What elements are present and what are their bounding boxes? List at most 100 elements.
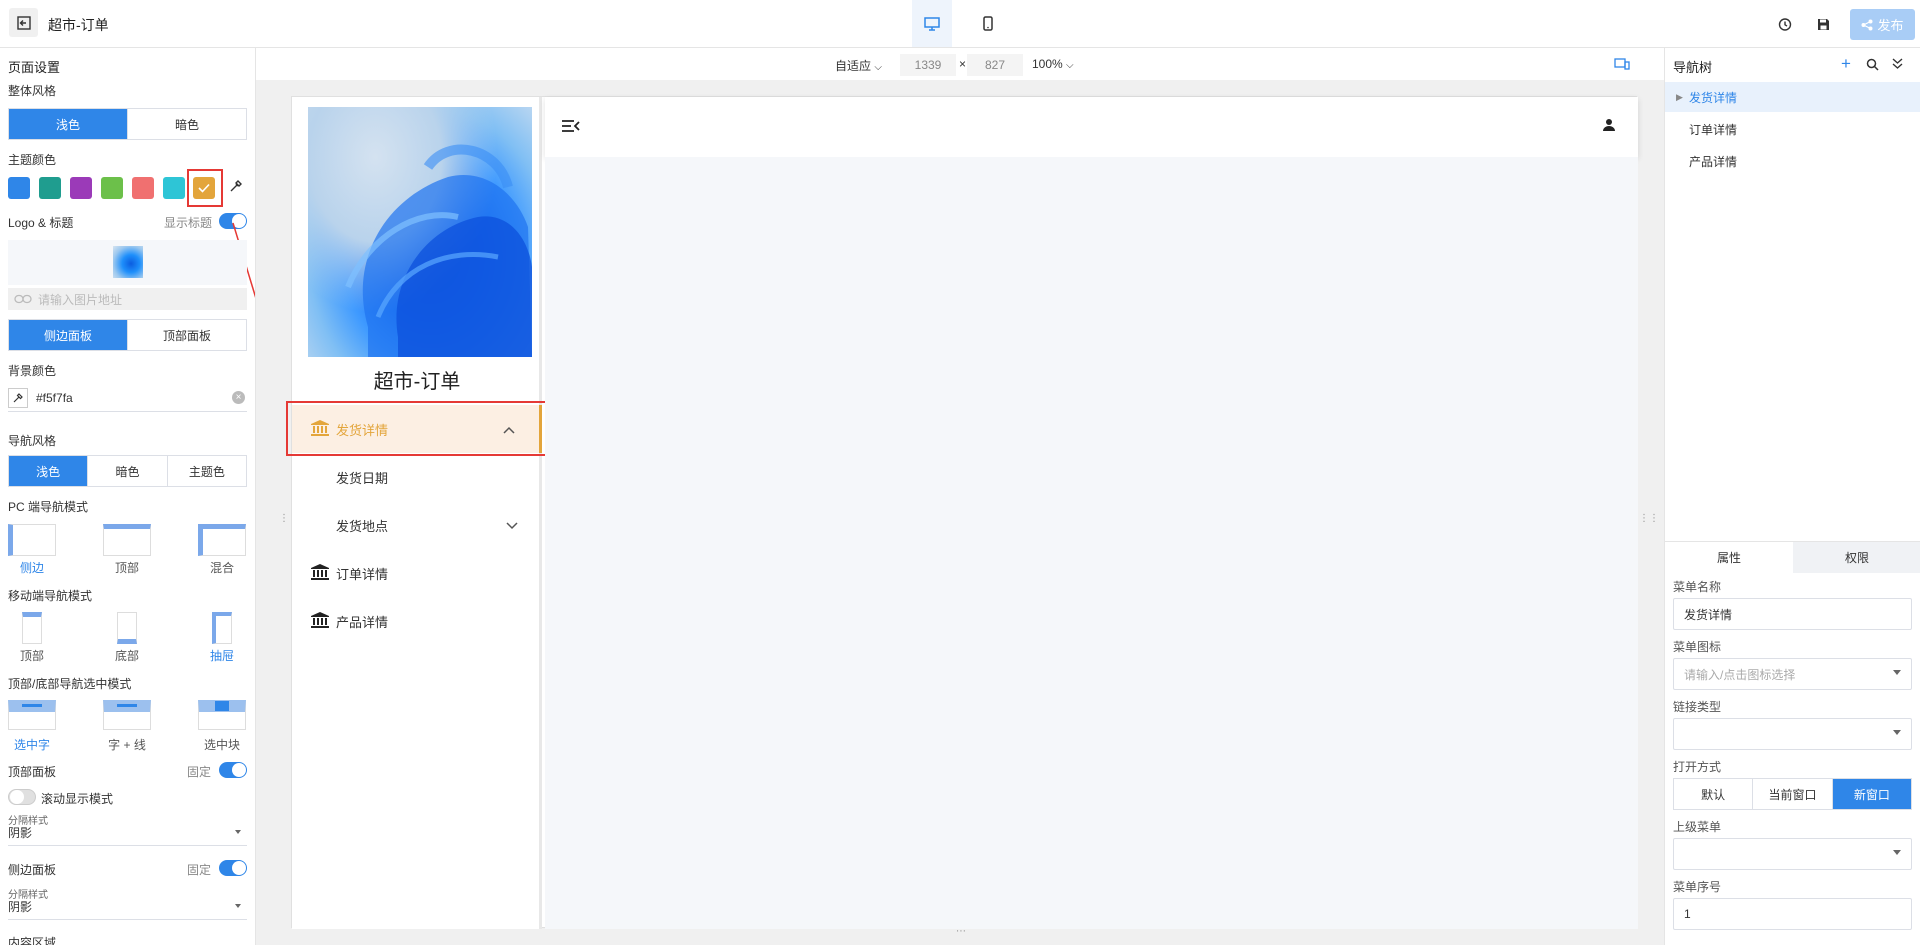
bank-icon: [310, 611, 330, 632]
panel-type-toggle: 侧边面板 顶部面板: [8, 319, 247, 351]
tree-item-order-details[interactable]: 订单详情: [1665, 114, 1920, 144]
zoom-select[interactable]: 100% ⌵: [1032, 57, 1074, 71]
select-opt-text[interactable]: 选中字: [7, 736, 57, 753]
publish-button[interactable]: 发布: [1850, 9, 1915, 40]
mobile-drawer-thumb[interactable]: [212, 612, 232, 644]
tree-item-product-details[interactable]: 产品详情: [1665, 146, 1920, 176]
double-chevron-down-icon: [1892, 58, 1903, 69]
open-mode-label: 打开方式: [1673, 760, 1722, 774]
height-input[interactable]: 827: [967, 54, 1023, 76]
open-default-option[interactable]: 默认: [1674, 779, 1754, 809]
top-divider-select[interactable]: 阴影: [8, 824, 247, 846]
menu-item-product-details[interactable]: 产品详情: [292, 597, 542, 645]
menu-item-order-details[interactable]: 订单详情: [292, 549, 542, 597]
clear-icon[interactable]: ×: [232, 391, 245, 404]
pc-side-thumb[interactable]: [8, 524, 56, 556]
nav-dark-option[interactable]: 暗色: [88, 456, 168, 486]
mobile-top-thumb[interactable]: [22, 612, 42, 644]
nav-style-toggle: 浅色 暗色 主题色: [8, 455, 247, 487]
open-current-window-option[interactable]: 当前窗口: [1753, 779, 1833, 809]
mobile-opt-bottom[interactable]: 底部: [102, 647, 152, 664]
chevron-down-icon: [235, 830, 241, 834]
side-panel-fixed-toggle[interactable]: [219, 860, 247, 876]
menu-item-shipping-details[interactable]: 发货详情: [292, 405, 542, 453]
collapse-all-button[interactable]: [1892, 58, 1903, 72]
share-icon: [1861, 19, 1873, 30]
select-opt-block[interactable]: 选中块: [197, 736, 247, 753]
nav-theme-option[interactable]: 主题色: [168, 456, 246, 486]
mobile-bottom-thumb[interactable]: [117, 612, 137, 644]
mobile-opt-drawer[interactable]: 抽屉: [197, 647, 247, 664]
menu-icon-select[interactable]: 请输入/点击图标选择: [1673, 658, 1912, 690]
preview-logo-image: [308, 107, 532, 357]
menu-item-ship-location[interactable]: 发货地点: [292, 501, 542, 549]
top-panel-fixed-toggle[interactable]: [219, 762, 247, 778]
select-opt-line[interactable]: 字 + 线: [102, 736, 152, 753]
user-button[interactable]: [1602, 118, 1616, 135]
responsive-icon: [1614, 58, 1630, 70]
chevron-down-icon: [1893, 670, 1901, 675]
side-divider-select[interactable]: 阴影: [8, 898, 247, 920]
menu-item-label: 订单详情: [336, 566, 389, 582]
exit-icon: [16, 15, 31, 30]
nav-light-option[interactable]: 浅色: [9, 456, 89, 486]
canvas-toolbar: 自适应 ⌵ 1339 × 827 100% ⌵: [256, 48, 1664, 80]
menu-name-input[interactable]: 发货详情: [1673, 598, 1912, 630]
pc-mixed-thumb[interactable]: [198, 524, 246, 556]
nav-tree-panel: 导航树 + ▶ 发货详情 订单详情 产品详情 属性 权限 菜单名称 发货详情 菜…: [1664, 48, 1920, 945]
chevron-down-icon: ⌵: [874, 62, 882, 73]
parent-menu-label: 上级菜单: [1673, 820, 1722, 834]
tree-item-shipping-details[interactable]: ▶ 发货详情: [1665, 82, 1920, 112]
menu-item-ship-date[interactable]: 发货日期: [292, 453, 542, 501]
width-input[interactable]: 1339: [900, 54, 956, 76]
menu-item-label: 发货详情: [336, 422, 389, 438]
image-url-input[interactable]: 请输入图片地址: [8, 288, 247, 310]
fit-select[interactable]: 自适应 ⌵: [835, 57, 882, 74]
select-mode-label: 顶部/底部导航选中模式: [8, 677, 132, 691]
desktop-view-button[interactable]: [912, 0, 952, 47]
bg-color-picker[interactable]: [8, 387, 28, 408]
caret-right-icon: ▶: [1676, 91, 1683, 102]
menu-collapse-button[interactable]: [561, 119, 581, 136]
top-panel-option[interactable]: 顶部面板: [128, 320, 246, 350]
select-line-thumb[interactable]: [103, 700, 151, 730]
tab-permissions[interactable]: 权限: [1793, 542, 1920, 573]
scroll-mode-toggle[interactable]: [8, 789, 36, 805]
parent-menu-select[interactable]: [1673, 838, 1912, 870]
save-icon: [1817, 18, 1829, 30]
tab-properties[interactable]: 属性: [1665, 542, 1793, 573]
select-block-thumb[interactable]: [198, 700, 246, 730]
link-type-select[interactable]: [1673, 718, 1912, 750]
menu-item-label: 产品详情: [336, 614, 389, 630]
pc-nav-mode-label: PC 端导航模式: [8, 500, 89, 514]
menu-order-input[interactable]: 1: [1673, 898, 1912, 930]
mobile-view-button[interactable]: [968, 0, 1008, 47]
chevron-down-icon: [1893, 730, 1901, 735]
top-panel-label: 顶部面板: [8, 765, 57, 779]
history-icon: [1778, 17, 1791, 31]
pc-opt-mixed[interactable]: 混合: [197, 559, 247, 576]
save-button[interactable]: [1813, 14, 1833, 34]
nav-tree-heading: 导航树: [1673, 60, 1713, 75]
right-resize-handle[interactable]: ⋮⋮: [1639, 513, 1659, 524]
responsive-button[interactable]: [1614, 58, 1630, 73]
open-mode-toggle: 默认 当前窗口 新窗口: [1673, 778, 1912, 810]
open-new-window-option[interactable]: 新窗口: [1832, 779, 1911, 809]
select-text-thumb[interactable]: [8, 700, 56, 730]
menu-fold-icon: [562, 120, 580, 132]
logo-preview-area[interactable]: [8, 240, 247, 285]
eyedropper-icon: [13, 392, 23, 402]
exit-button[interactable]: [9, 8, 38, 37]
side-panel-option[interactable]: 侧边面板: [9, 320, 128, 350]
mobile-opt-top[interactable]: 顶部: [7, 647, 57, 664]
tree-item-label: 发货详情: [1689, 90, 1738, 105]
search-button[interactable]: [1866, 58, 1879, 74]
pc-opt-side[interactable]: 侧边: [7, 559, 57, 576]
pc-opt-top[interactable]: 顶部: [102, 559, 152, 576]
content-area-label: 内容区域: [8, 936, 57, 945]
add-icon[interactable]: +: [1841, 54, 1851, 74]
history-button[interactable]: [1774, 14, 1794, 34]
chevron-down-icon: [1893, 850, 1901, 855]
pc-top-thumb[interactable]: [103, 524, 151, 556]
bg-color-input[interactable]: #f5f7fa ×: [8, 384, 247, 412]
